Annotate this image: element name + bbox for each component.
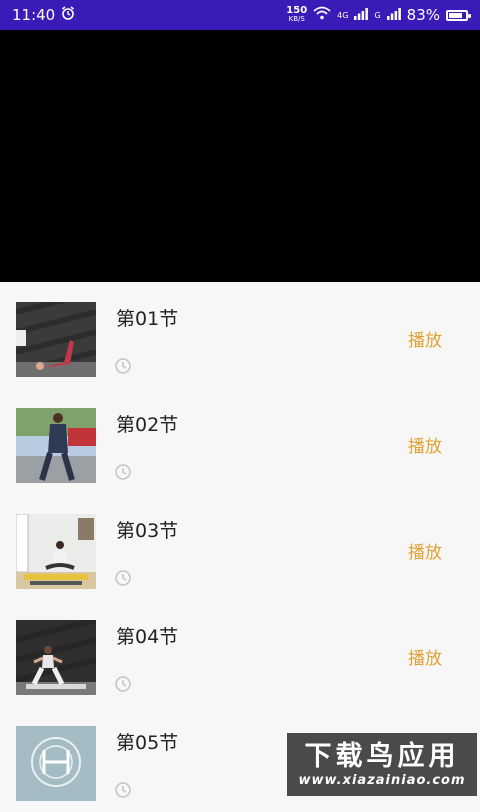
signal-type-2: G xyxy=(374,10,381,20)
battery-icon xyxy=(446,9,471,21)
lesson-title: 第04节 xyxy=(116,626,179,648)
lesson-item[interactable]: 第01节 播放 xyxy=(0,282,480,388)
clock-icon xyxy=(115,676,131,696)
lesson-item[interactable]: 第04节 播放 xyxy=(0,600,480,706)
lesson-thumbnail xyxy=(16,302,96,377)
wifi-icon xyxy=(313,6,331,24)
lesson-title: 第05节 xyxy=(116,732,179,754)
signal-bars-icon xyxy=(386,6,401,24)
clock-icon xyxy=(115,358,131,378)
lesson-item[interactable]: 第03节 播放 xyxy=(0,494,480,600)
play-button[interactable]: 播放 xyxy=(408,644,442,669)
lesson-thumbnail xyxy=(16,408,96,483)
clock-icon xyxy=(115,570,131,590)
lesson-title: 第01节 xyxy=(116,308,179,330)
lesson-item[interactable]: 第02节 播放 xyxy=(0,388,480,494)
watermark-title: 下载鸟应用 xyxy=(304,741,460,772)
clock-icon xyxy=(115,464,131,484)
signal-bars-icon xyxy=(354,6,369,24)
lesson-thumbnail xyxy=(16,726,96,801)
play-button[interactable]: 播放 xyxy=(408,432,442,457)
status-bar: 11:40 150 KB/S 4G G 83% xyxy=(0,0,480,30)
watermark-url: www.xiazainiao.com xyxy=(298,773,466,788)
play-button[interactable]: 播放 xyxy=(408,326,442,351)
network-speed-unit: KB/S xyxy=(288,15,305,23)
lesson-thumbnail xyxy=(16,514,96,589)
lesson-title: 第03节 xyxy=(116,520,179,542)
network-speed: 150 KB/S xyxy=(286,6,307,24)
watermark-logo: 下载鸟应用 www.xiazainiao.com xyxy=(287,733,477,796)
clock-icon xyxy=(115,782,131,802)
alarm-icon xyxy=(61,6,75,24)
video-player[interactable] xyxy=(0,30,480,282)
signal-type-1: 4G xyxy=(337,10,349,20)
status-time: 11:40 xyxy=(12,6,56,24)
lesson-thumbnail xyxy=(16,620,96,695)
play-button[interactable]: 播放 xyxy=(408,538,442,563)
lesson-title: 第02节 xyxy=(116,414,179,436)
battery-percent: 83% xyxy=(406,6,440,24)
network-speed-value: 150 xyxy=(286,5,308,16)
